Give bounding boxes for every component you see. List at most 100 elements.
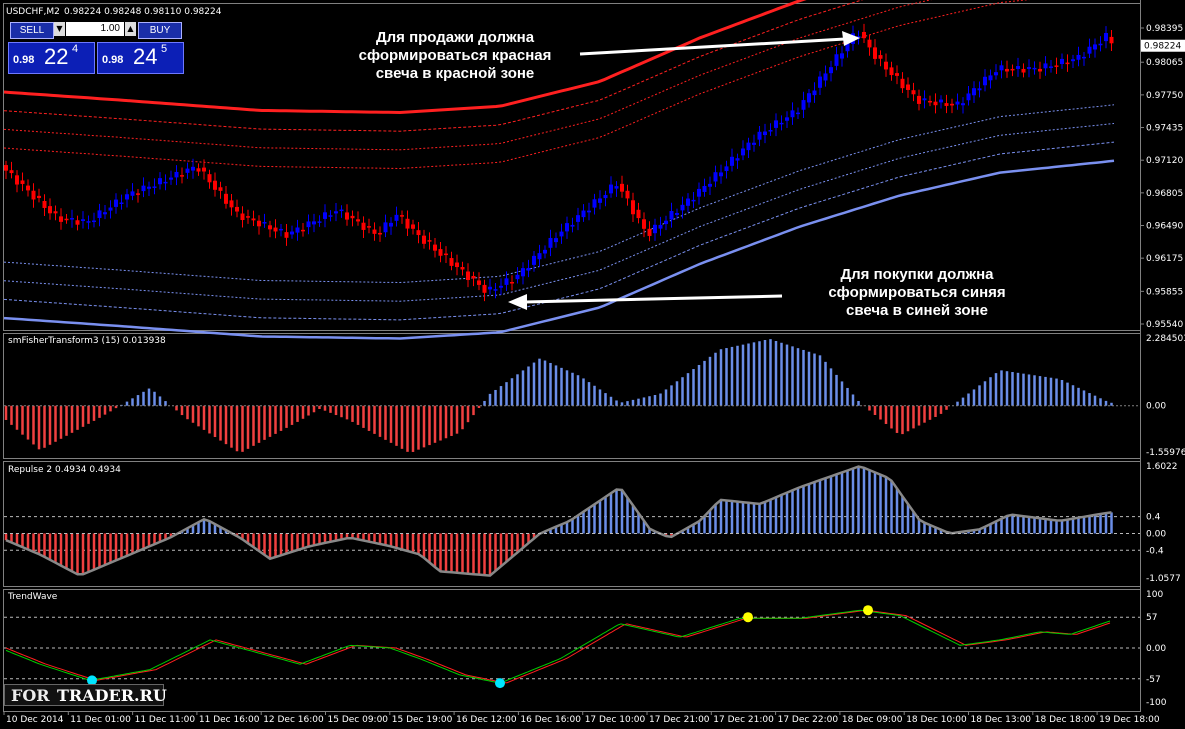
buy-button[interactable]: BUY	[138, 22, 182, 39]
candle-body	[405, 218, 410, 229]
candle-body	[114, 199, 118, 207]
candle-body	[1010, 68, 1015, 71]
candle-body	[416, 230, 421, 236]
candle-body	[1082, 56, 1086, 59]
candle-body	[521, 268, 525, 277]
candle-body	[988, 75, 993, 81]
candle-body	[708, 183, 712, 187]
candle-body	[631, 200, 635, 215]
candle-body	[939, 99, 943, 103]
candle-body	[834, 54, 839, 66]
candle-body	[1109, 36, 1114, 44]
trendwave-red-line	[5, 609, 1111, 684]
indicator-tick-label: -100	[1146, 698, 1167, 708]
candle-body	[86, 221, 91, 223]
repulse-title: Repulse 2 0.4934 0.4934	[8, 465, 121, 475]
indicator-tick-label: 2.284503	[1146, 334, 1185, 344]
price-tick-label: 0.95855	[1146, 287, 1183, 297]
candle-body	[570, 224, 575, 227]
candle-body	[372, 229, 377, 234]
candle-body	[174, 171, 179, 178]
candle-body	[438, 249, 443, 256]
candle-body	[917, 95, 921, 104]
candle-body	[647, 228, 652, 236]
candle-body	[576, 215, 580, 222]
candle-body	[504, 278, 509, 285]
lot-down-icon[interactable]: ▼	[54, 22, 65, 36]
candle-body	[147, 186, 151, 189]
candle-body	[345, 212, 349, 220]
price-tick-label: 0.97435	[1146, 124, 1183, 134]
indicator-tick-label: 57	[1146, 613, 1157, 623]
sell-button[interactable]: SELL	[10, 22, 54, 39]
candle-body	[840, 53, 844, 59]
candle-body	[895, 73, 899, 76]
time-tick-label: 16 Dec 16:00	[520, 715, 581, 725]
time-tick-label: 16 Dec 12:00	[456, 715, 517, 725]
candle-body	[383, 222, 388, 233]
candle-body	[911, 90, 916, 95]
candle-body	[20, 180, 25, 184]
indicator-tick-label: 0.00	[1146, 529, 1166, 539]
fisher-histogram	[4, 339, 1140, 452]
lot-size-input[interactable]: 1.00	[66, 22, 124, 36]
candle-body	[295, 227, 300, 233]
candle-body	[812, 90, 817, 96]
buy-price-box[interactable]: 0.98 24 5	[97, 42, 184, 74]
candle-body	[229, 200, 234, 208]
candle-body	[686, 198, 690, 206]
candle-body	[152, 186, 157, 188]
candle-body	[411, 224, 415, 229]
candle-body	[719, 172, 723, 177]
price-tick-label: 0.97750	[1146, 91, 1183, 101]
candle-body	[488, 286, 492, 290]
candle-body	[350, 215, 355, 219]
candle-body	[867, 39, 872, 48]
candle-body	[592, 199, 597, 208]
time-tick-label: 19 Dec 18:00	[1099, 715, 1160, 725]
candle-body	[1021, 68, 1026, 73]
band-4	[3, 104, 1115, 284]
candle-body	[163, 181, 168, 184]
candle-body	[636, 209, 641, 219]
candle-body	[977, 88, 982, 91]
candle-body	[119, 202, 124, 204]
candle-body	[466, 271, 470, 281]
candle-body	[554, 238, 558, 243]
candle-body	[664, 220, 668, 225]
candle-body	[680, 204, 685, 211]
candle-body	[48, 206, 52, 214]
candle-body	[141, 185, 146, 192]
indicator-tick-label: -0.4	[1146, 546, 1164, 556]
candle-body	[922, 98, 927, 101]
candle-body	[251, 218, 256, 221]
candle-body	[873, 47, 877, 59]
candle-body	[169, 177, 173, 180]
sell-price-box[interactable]: 0.98 22 4	[8, 42, 95, 74]
sell-annotation-line2: сформироваться красная	[359, 47, 552, 64]
candle-body	[235, 206, 239, 212]
candle-body	[658, 224, 663, 229]
candle-body	[785, 117, 789, 121]
indicator-tick-label: 100	[1146, 590, 1163, 600]
candle-body	[1027, 67, 1031, 69]
indicator-tick-label: 0.4	[1146, 513, 1161, 523]
buy-price-pip: 5	[161, 43, 168, 55]
candle-body	[70, 218, 74, 220]
lot-up-icon[interactable]: ▲	[125, 22, 136, 36]
candle-body	[191, 166, 195, 171]
candle-body	[1104, 33, 1108, 42]
repulse-histogram	[4, 465, 1140, 577]
candle-body	[1087, 46, 1092, 54]
candle-body	[741, 148, 745, 156]
candle-body	[774, 120, 778, 128]
candle-body	[603, 195, 608, 199]
candle-body	[691, 199, 696, 202]
chart-canvas[interactable]: 0.98395 0.98065 0.97750 0.97435 0.97120 0.968…	[0, 0, 1185, 729]
panel-frame-3	[3, 589, 1141, 712]
candle-body	[543, 249, 547, 254]
indicator-tick-label: -57	[1146, 675, 1161, 685]
sell-annotation-line1: Для продажи должна	[376, 29, 535, 46]
candle-body	[1065, 62, 1070, 65]
repulse-line	[5, 465, 1112, 577]
